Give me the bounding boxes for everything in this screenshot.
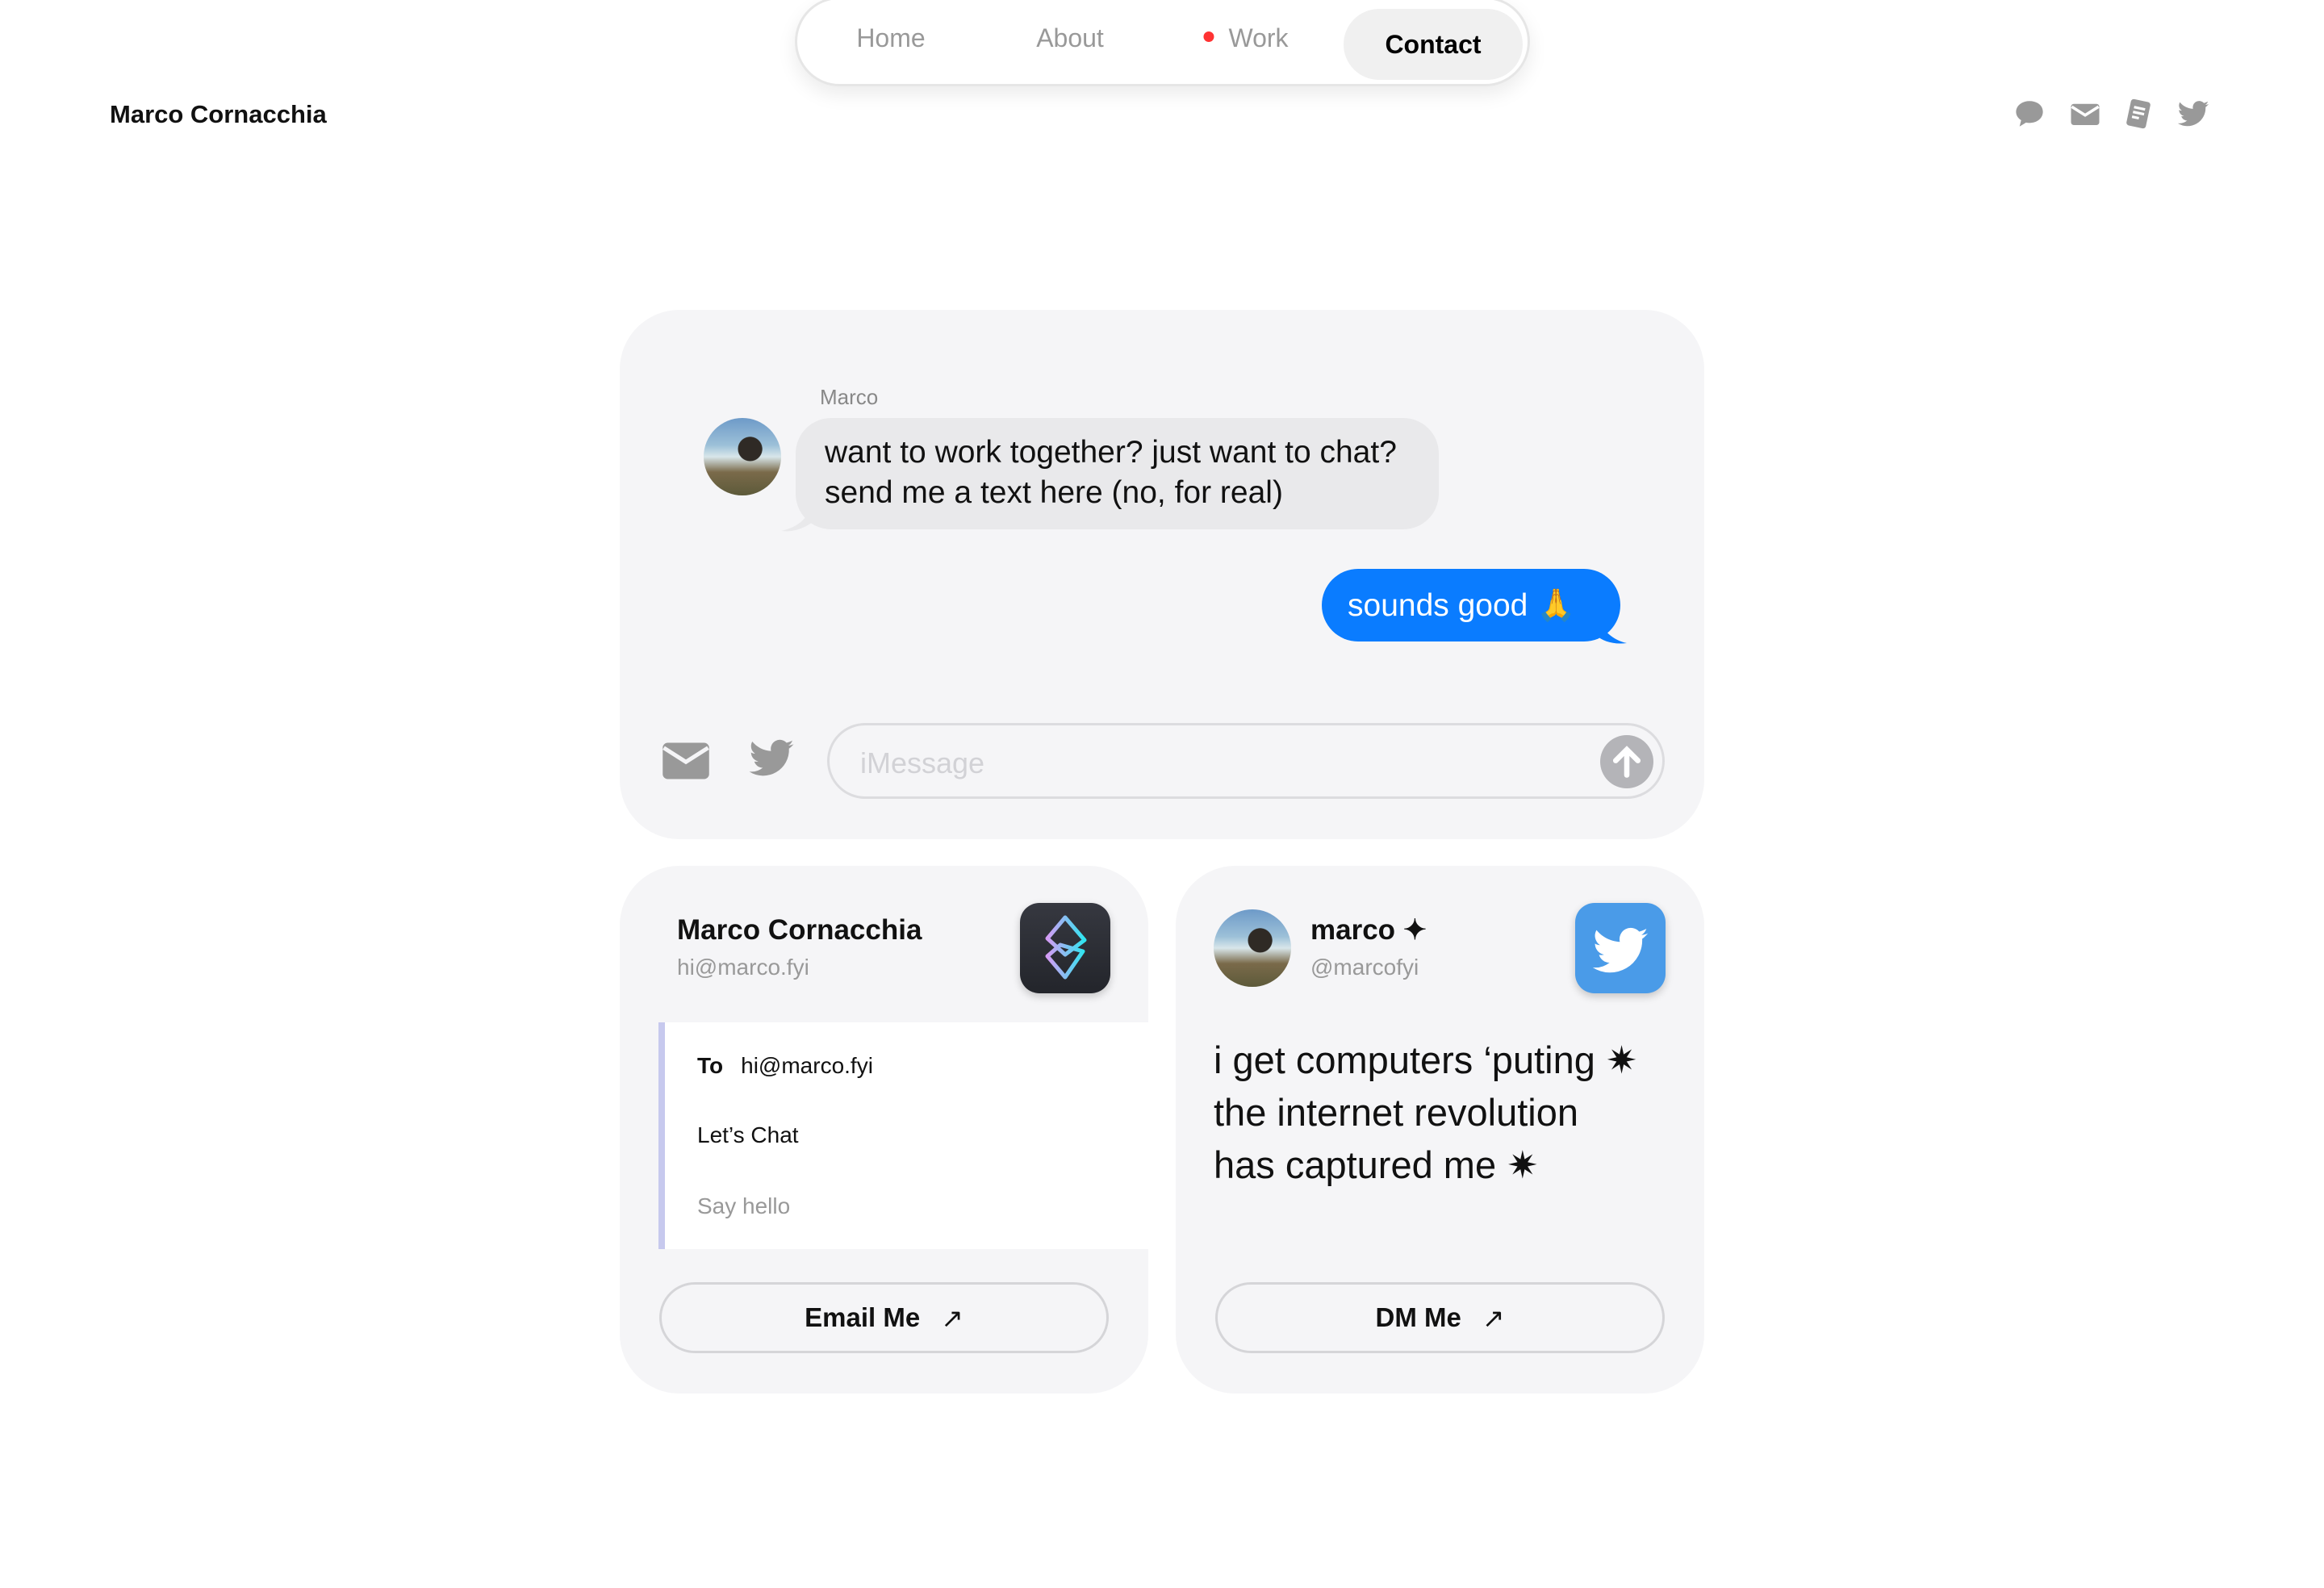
send-arrow-icon[interactable]: [1600, 735, 1653, 788]
dm-me-label: DM Me: [1375, 1302, 1461, 1332]
bubble-tail: [781, 504, 813, 532]
tweet-line: has captured me ✷: [1214, 1143, 1539, 1186]
nav-contact[interactable]: Contact: [1344, 9, 1523, 80]
outgoing-message-bubble: sounds good 🙏: [1322, 569, 1620, 641]
imessage-card: Marco want to work together? just want t…: [620, 310, 1704, 839]
body-field[interactable]: Say hello: [697, 1193, 790, 1219]
marco-avatar: [704, 418, 781, 495]
document-icon[interactable]: [2121, 97, 2155, 131]
to-value: hi@marco.fyi: [741, 1053, 873, 1078]
email-card: Marco Cornacchia hi@marco.fyi To hi@marco…: [620, 866, 1148, 1394]
subject-field[interactable]: Let’s Chat: [697, 1122, 799, 1148]
dm-me-button[interactable]: DM Me ↗: [1215, 1282, 1665, 1353]
email-card-name: Marco Cornacchia: [677, 914, 922, 946]
imessage-placeholder: iMessage: [860, 746, 985, 779]
twitter-name: marco ✦: [1310, 914, 1427, 946]
email-card-address: hi@marco.fyi: [677, 955, 809, 980]
site-name[interactable]: Marco Cornacchia: [110, 100, 327, 129]
message-icon[interactable]: [2013, 97, 2046, 131]
nav-about[interactable]: About: [1036, 23, 1104, 53]
tweet-line: i get computers ‘puting ✷: [1214, 1038, 1638, 1081]
email-me-label: Email Me: [805, 1302, 921, 1332]
arrow-up-right-icon: ↗: [941, 1302, 963, 1333]
arrow-up-right-icon: ↗: [1482, 1302, 1505, 1333]
mail-icon[interactable]: [2068, 97, 2102, 131]
twitter-icon[interactable]: [2176, 97, 2210, 131]
tweet-text: i get computers ‘puting ✷ the internet r…: [1214, 1034, 1637, 1191]
nav-work-label: Work: [1228, 23, 1289, 52]
nav-work[interactable]: Work: [1203, 23, 1289, 53]
top-nav: Home About Work Contact: [795, 0, 1530, 86]
imessage-input[interactable]: iMessage: [827, 723, 1665, 799]
marco-avatar: [1214, 909, 1291, 987]
twitter-icon[interactable]: [747, 738, 796, 783]
sender-name: Marco: [820, 385, 879, 409]
twitter-handle: @marcofyi: [1310, 955, 1419, 980]
work-indicator-dot: [1203, 31, 1214, 43]
mail-app-icon: [1020, 903, 1110, 993]
tweet-line: the internet revolution: [1214, 1091, 1579, 1134]
mail-icon[interactable]: [662, 741, 710, 781]
nav-home[interactable]: Home: [856, 23, 925, 53]
email-compose: To hi@marco.fyi Let’s Chat Say hello: [658, 1022, 1148, 1249]
bubble-tail: [1596, 612, 1627, 644]
to-field[interactable]: To hi@marco.fyi: [697, 1053, 873, 1079]
twitter-app-icon: [1575, 903, 1666, 993]
incoming-message-bubble: want to work together? just want to chat…: [796, 418, 1439, 529]
twitter-card: marco ✦ @marcofyi i get computers ‘putin…: [1176, 866, 1704, 1394]
to-label: To: [697, 1053, 724, 1078]
email-me-button[interactable]: Email Me ↗: [659, 1282, 1109, 1353]
